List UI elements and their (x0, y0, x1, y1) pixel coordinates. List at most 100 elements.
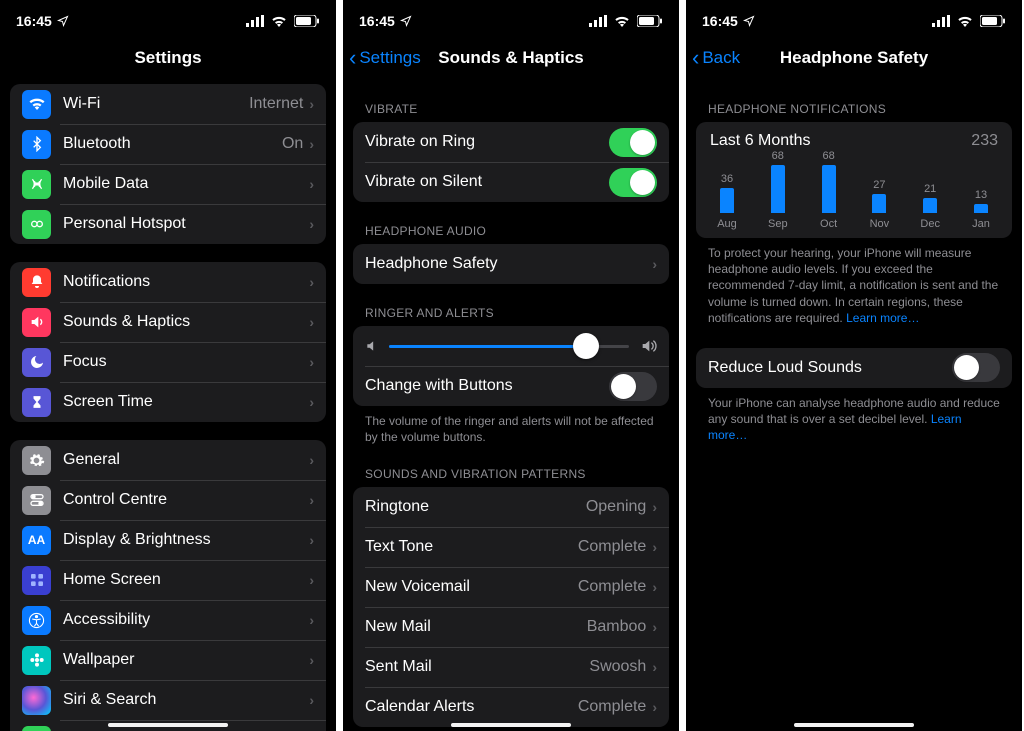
chevron-right-icon: › (309, 354, 314, 370)
chevron-right-icon: › (652, 499, 657, 515)
location-icon (743, 15, 755, 27)
row-label: Screen Time (63, 393, 309, 411)
speaker-low-icon (365, 339, 379, 353)
speaker-icon (22, 308, 51, 337)
nav-bar: ‹ Settings Sounds & Haptics (343, 36, 679, 80)
row-value: Opening (586, 498, 647, 516)
change-with-buttons-row[interactable]: Change with Buttons (353, 366, 669, 406)
hotspot-row[interactable]: Personal Hotspot › (10, 204, 326, 244)
ringer-footer: The volume of the ringer and alerts will… (365, 413, 657, 445)
row-label: New Voicemail (365, 578, 578, 596)
location-icon (57, 15, 69, 27)
general-group: General › Control Centre › AA Display & … (10, 440, 326, 731)
vibrate-on-ring-toggle[interactable] (609, 128, 657, 157)
home-screen-row[interactable]: Home Screen › (10, 560, 326, 600)
battery-icon (637, 15, 663, 27)
sounds-screen: 16:45 ‹ Settings Sounds & Haptics VIBRAT… (343, 0, 681, 731)
home-indicator[interactable] (794, 723, 914, 727)
screentime-row[interactable]: Screen Time › (10, 382, 326, 422)
gear-icon (22, 446, 51, 475)
volume-slider[interactable] (389, 345, 629, 348)
notifications-row[interactable]: Notifications › (10, 262, 326, 302)
connectivity-group: Wi-Fi Internet › Bluetooth On › Mobile D… (10, 84, 326, 244)
change-with-buttons-toggle[interactable] (609, 372, 657, 401)
back-label: Settings (359, 48, 420, 68)
patterns-group: Ringtone Opening › Text Tone Complete › … (353, 487, 669, 727)
hourglass-icon (22, 388, 51, 417)
row-label: Calendar Alerts (365, 698, 578, 716)
bluetooth-row[interactable]: Bluetooth On › (10, 124, 326, 164)
chevron-right-icon: › (309, 612, 314, 628)
row-label: Display & Brightness (63, 531, 309, 549)
status-bar: 16:45 (0, 0, 336, 36)
bell-icon (22, 268, 51, 297)
status-time: 16:45 (702, 13, 738, 29)
voicemail-row[interactable]: New Voicemail Complete › (353, 567, 669, 607)
back-button[interactable]: ‹ Back (692, 47, 740, 69)
control-centre-row[interactable]: Control Centre › (10, 480, 326, 520)
location-icon (400, 15, 412, 27)
row-value: Bamboo (587, 618, 647, 636)
chevron-left-icon: ‹ (692, 47, 699, 69)
home-indicator[interactable] (451, 723, 571, 727)
wifi-row[interactable]: Wi-Fi Internet › (10, 84, 326, 124)
chart-bar: 68Sep (761, 150, 795, 230)
row-label: Wallpaper (63, 651, 309, 669)
row-value: On (282, 135, 303, 153)
vibrate-on-silent-toggle[interactable] (609, 168, 657, 197)
chart-bar: 21Dec (913, 183, 947, 230)
volume-slider-row[interactable] (353, 326, 669, 366)
row-label: Home Screen (63, 571, 309, 589)
newmail-row[interactable]: New Mail Bamboo › (353, 607, 669, 647)
sentmail-row[interactable]: Sent Mail Swoosh › (353, 647, 669, 687)
chevron-right-icon: › (652, 539, 657, 555)
chevron-right-icon: › (652, 659, 657, 675)
reduce-loud-sounds-toggle[interactable] (952, 353, 1000, 382)
chevron-right-icon: › (652, 579, 657, 595)
chart-bar: 36Aug (710, 173, 744, 230)
row-label: Mobile Data (63, 175, 309, 193)
headphone-safety-row[interactable]: Headphone Safety › (353, 244, 669, 284)
chevron-right-icon: › (309, 452, 314, 468)
row-value: Complete (578, 578, 646, 596)
notifications-chart[interactable]: Last 6 Months 233 36Aug68Sep68Oct27Nov21… (696, 122, 1012, 238)
headphone-safety-screen: 16:45 ‹ Back Headphone Safety HEADPHONE … (686, 0, 1024, 731)
chart-title: Last 6 Months (710, 132, 811, 150)
texttone-row[interactable]: Text Tone Complete › (353, 527, 669, 567)
mobile-data-row[interactable]: Mobile Data › (10, 164, 326, 204)
reduce-group: Reduce Loud Sounds (696, 348, 1012, 388)
reduce-loud-sounds-row[interactable]: Reduce Loud Sounds (696, 348, 1012, 388)
wifi-status-icon (614, 15, 630, 27)
status-icons (246, 15, 320, 27)
general-row[interactable]: General › (10, 440, 326, 480)
focus-row[interactable]: Focus › (10, 342, 326, 382)
row-label: Accessibility (63, 611, 309, 629)
back-button[interactable]: ‹ Settings (349, 47, 421, 69)
text-size-icon: AA (22, 526, 51, 555)
vibrate-on-ring-row[interactable]: Vibrate on Ring (353, 122, 669, 162)
row-value: Swoosh (589, 658, 646, 676)
row-label: Sent Mail (365, 658, 589, 676)
wifi-status-icon (271, 15, 287, 27)
home-indicator[interactable] (108, 723, 228, 727)
cellular-icon (246, 15, 264, 27)
sounds-row[interactable]: Sounds & Haptics › (10, 302, 326, 342)
accessibility-row[interactable]: Accessibility › (10, 600, 326, 640)
headphone-audio-group: Headphone Safety › (353, 244, 669, 284)
vibrate-on-silent-row[interactable]: Vibrate on Silent (353, 162, 669, 202)
learn-more-link[interactable]: Learn more… (846, 311, 919, 325)
status-icons (589, 15, 663, 27)
display-row[interactable]: AA Display & Brightness › (10, 520, 326, 560)
calendar-row[interactable]: Calendar Alerts Complete › (353, 687, 669, 727)
flower-icon (22, 646, 51, 675)
row-label: Siri & Search (63, 691, 309, 709)
row-label: Focus (63, 353, 309, 371)
row-label: New Mail (365, 618, 587, 636)
ringtone-row[interactable]: Ringtone Opening › (353, 487, 669, 527)
speaker-high-icon (639, 338, 657, 354)
chevron-right-icon: › (652, 619, 657, 635)
wallpaper-row[interactable]: Wallpaper › (10, 640, 326, 680)
chevron-left-icon: ‹ (349, 47, 356, 69)
siri-row[interactable]: Siri & Search › (10, 680, 326, 720)
chevron-right-icon: › (309, 314, 314, 330)
